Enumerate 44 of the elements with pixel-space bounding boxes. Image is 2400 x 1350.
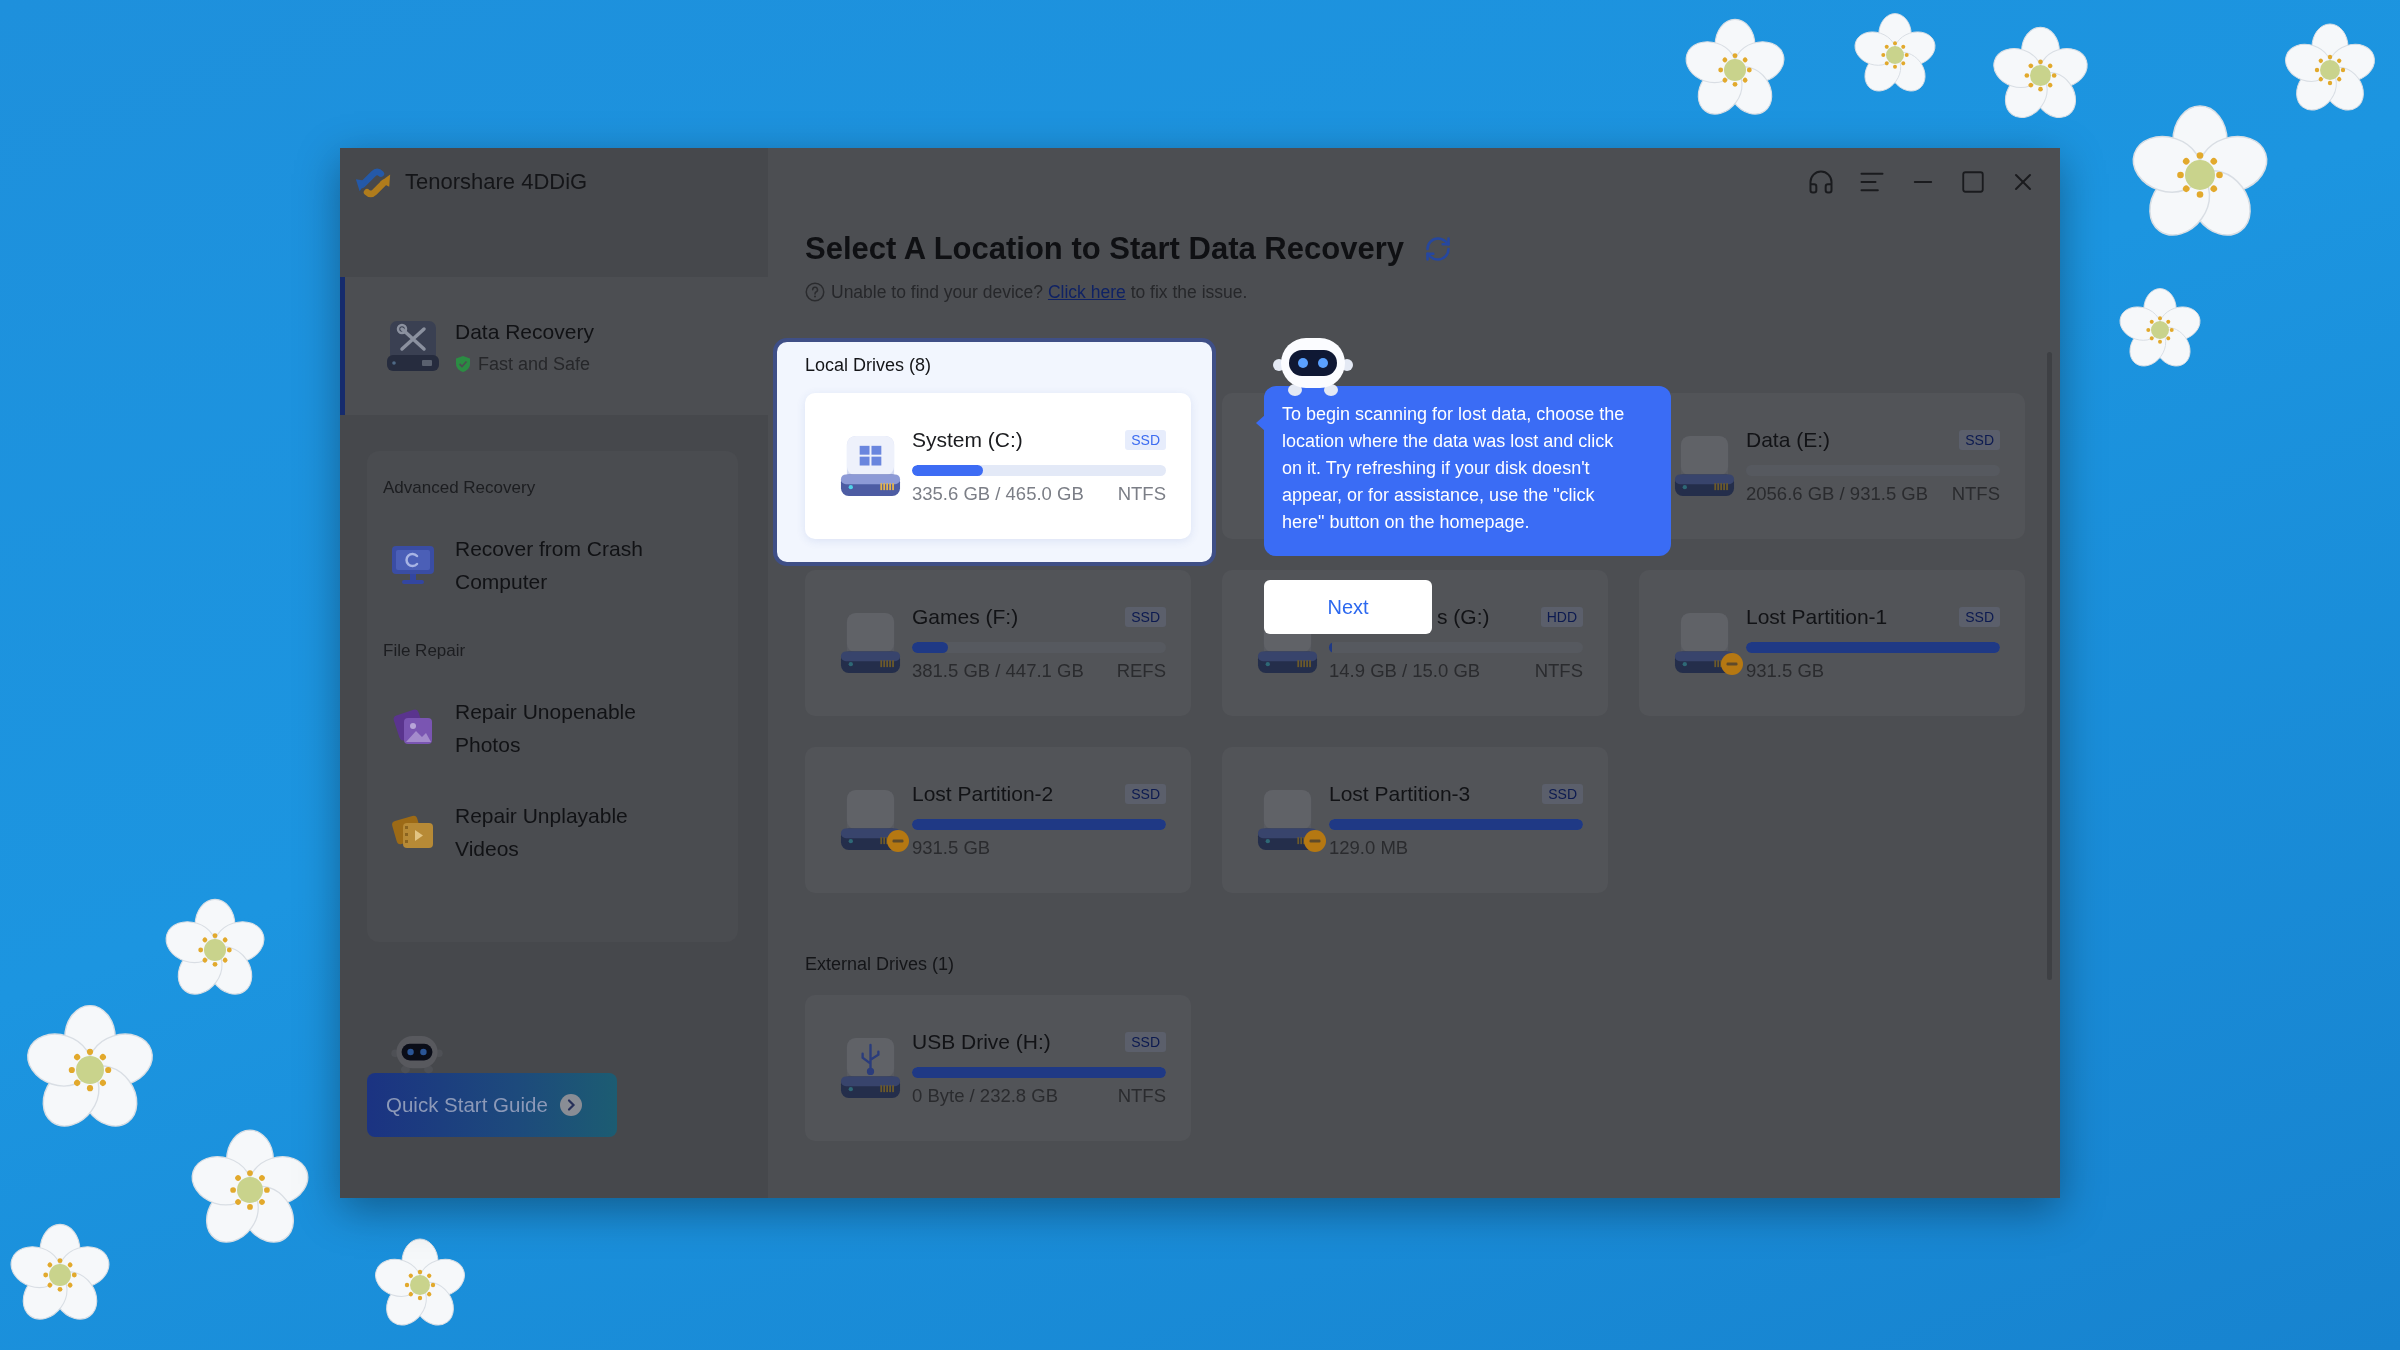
sidebar-item[interactable]: Repair Unopenable Photos (383, 695, 722, 761)
sidebar-item[interactable]: Recover from Crash Computer (383, 532, 722, 598)
drive-name: System (C:) (912, 426, 1023, 453)
drive-name: s (G:) (1437, 603, 1490, 630)
minus-circle-icon (887, 829, 909, 852)
drive-name: Data (E:) (1746, 426, 1831, 453)
drive-tools-icon (386, 319, 440, 373)
drive-type-badge: SSD (1125, 606, 1166, 627)
drive-type-badge: SSD (1125, 429, 1166, 450)
drive-type-badge: SSD (1125, 783, 1166, 804)
guide-tooltip: To begin scanning for lost data, choose the location where the data was lost and click on it. Try refreshing if your disk doesn't appear, or for assistance, use the "click here" button on the homepage. (1264, 386, 1671, 556)
page-title: Select A Location to Start Data Recovery (805, 231, 1404, 267)
drive-name: Lost Partition-1 (1746, 603, 1888, 630)
next-button[interactable]: Next (1264, 580, 1432, 634)
section-heading: Local Drives (8) (805, 354, 932, 377)
hard-drive-icon (1673, 434, 1736, 498)
section-heading: External Drives (1) (805, 953, 955, 976)
drive-type-badge: SSD (1959, 429, 2000, 450)
monitor-icon (390, 545, 436, 585)
drive-name: Lost Partition-3 (1329, 780, 1471, 807)
drive-type-badge: SSD (1959, 606, 2000, 627)
headset-icon[interactable] (1807, 168, 1835, 196)
usb-drive-icon (839, 1036, 902, 1100)
drive-card[interactable]: System (C:) SSD 335.6 GB / 465.0 GB NTFS (805, 393, 1191, 539)
minus-circle-icon (1721, 652, 1743, 675)
drive-type-badge: HDD (1540, 606, 1583, 627)
drive-name: USB Drive (H:) (912, 1028, 1051, 1055)
drive-name: Lost Partition-2 (912, 780, 1054, 807)
drive-type-badge: SSD (1542, 783, 1583, 804)
drive-type-badge: SSD (1125, 1031, 1166, 1052)
hard-drive-icon (839, 611, 902, 675)
quick-start-button[interactable]: Quick Start Guide (367, 1073, 617, 1137)
help-icon (805, 282, 825, 302)
fix-link[interactable]: Click here (1047, 282, 1126, 302)
hard-drive-icon (839, 434, 902, 498)
drive-usage: 335.6 GB / 465.0 GB (912, 481, 1084, 506)
minus-circle-icon (1304, 829, 1326, 852)
chevron-circle-icon (559, 1094, 582, 1116)
file-system-label: NTFS (1117, 481, 1166, 506)
maximize-icon[interactable] (1960, 169, 1986, 195)
shield-check-icon (455, 354, 471, 373)
sidebar-item[interactable]: Repair Unplayable Videos (383, 799, 722, 865)
robot-icon (1271, 335, 1355, 397)
drive-name: Games (F:) (912, 603, 1019, 630)
